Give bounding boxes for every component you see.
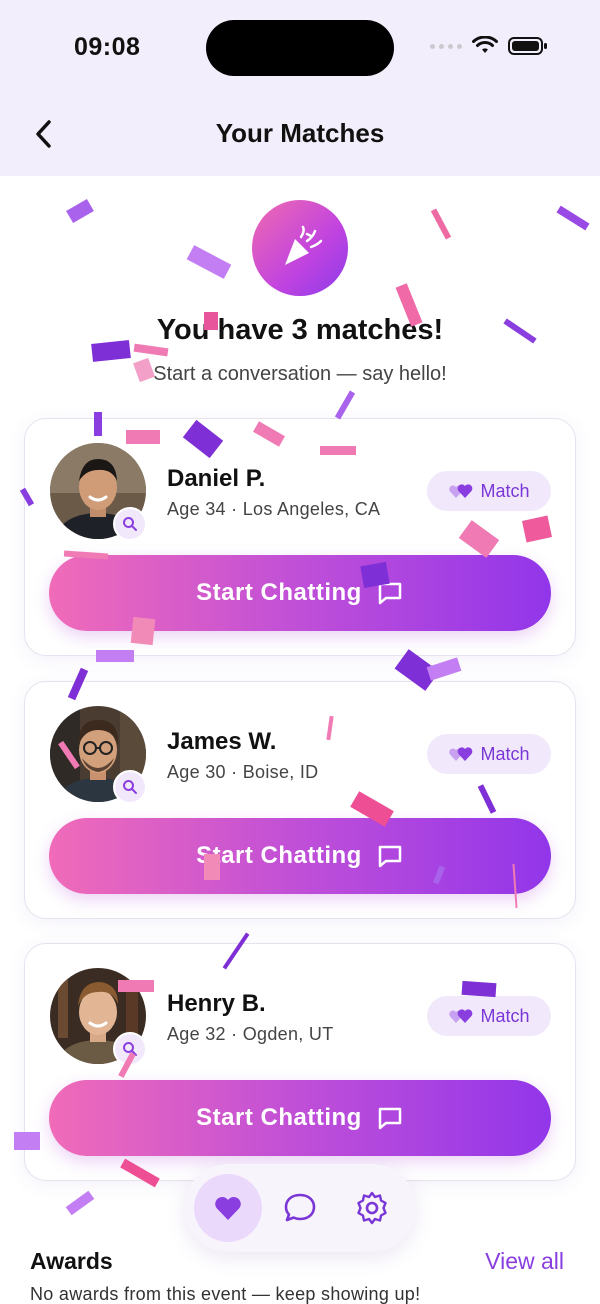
hearts-icon xyxy=(449,1009,473,1023)
tab-matches[interactable] xyxy=(194,1174,262,1242)
start-chatting-button[interactable]: Start Chatting xyxy=(49,555,551,631)
match-card: Daniel P. Age 34 · Los Angeles, CA Match… xyxy=(24,418,576,656)
tab-settings[interactable] xyxy=(338,1174,406,1242)
top-bar: 09:08 Your Matches xyxy=(0,0,600,176)
heart-icon xyxy=(215,1196,241,1220)
chat-bubble-icon xyxy=(378,1107,402,1130)
match-card: James W. Age 30 · Boise, ID Match Start … xyxy=(24,681,576,919)
start-chatting-label: Start Chatting xyxy=(196,1104,362,1131)
awards-empty-text: No awards from this event — keep showing… xyxy=(30,1284,421,1304)
signal-icon xyxy=(430,43,462,49)
chat-bubble-icon xyxy=(284,1193,316,1222)
match-details: Age 34 · Los Angeles, CA xyxy=(167,499,381,519)
view-all-link[interactable]: View all xyxy=(485,1248,564,1275)
wifi-icon xyxy=(472,36,498,53)
matches-headline: You have 3 matches! xyxy=(156,314,444,346)
match-badge-label: Match xyxy=(480,1005,530,1026)
match-badge: Match xyxy=(427,471,551,511)
status-time: 09:08 xyxy=(74,33,141,61)
search-icon[interactable] xyxy=(113,770,147,804)
match-badge-label: Match xyxy=(480,480,530,501)
search-icon[interactable] xyxy=(113,1032,147,1066)
tab-chats[interactable] xyxy=(266,1174,334,1242)
hearts-icon xyxy=(449,747,473,761)
awards-title: Awards xyxy=(30,1248,113,1274)
party-popper-icon xyxy=(252,200,348,296)
chat-bubble-icon xyxy=(378,582,402,605)
match-name: Henry B. xyxy=(167,990,266,1017)
match-badge: Match xyxy=(427,734,551,774)
status-icons xyxy=(430,36,548,56)
chat-bubble-icon xyxy=(378,845,402,868)
start-chatting-label: Start Chatting xyxy=(196,579,362,606)
match-name: Daniel P. xyxy=(167,465,266,492)
bottom-tab-bar xyxy=(184,1164,416,1252)
match-badge: Match xyxy=(427,996,551,1036)
start-chatting-label: Start Chatting xyxy=(196,842,362,869)
search-icon[interactable] xyxy=(113,507,147,541)
match-details: Age 30 · Boise, ID xyxy=(167,762,319,782)
page-title: Your Matches xyxy=(215,118,385,148)
match-badge-label: Match xyxy=(480,743,530,764)
battery-icon xyxy=(508,37,547,55)
dynamic-island xyxy=(206,20,394,76)
match-name: James W. xyxy=(167,728,277,755)
match-details: Age 32 · Ogden, UT xyxy=(167,1024,334,1044)
matches-subtitle: Start a conversation — say hello! xyxy=(153,363,447,385)
start-chatting-button[interactable]: Start Chatting xyxy=(49,818,551,894)
gear-icon xyxy=(357,1191,387,1225)
start-chatting-button[interactable]: Start Chatting xyxy=(49,1080,551,1156)
hearts-icon xyxy=(449,484,473,498)
match-card: Henry B. Age 32 · Ogden, UT Match Start … xyxy=(24,943,576,1181)
